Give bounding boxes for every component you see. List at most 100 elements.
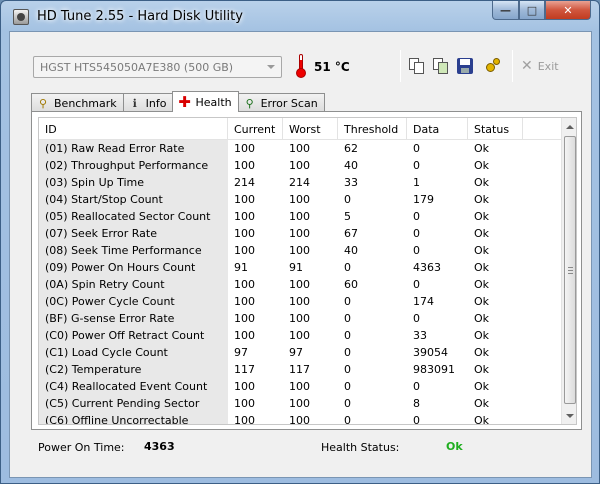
- table-row[interactable]: (09) Power On Hours Count 91 91 0 4363 Ok: [39, 259, 561, 276]
- cell-id: (08) Seek Time Performance: [39, 242, 228, 259]
- table-row[interactable]: (C4) Reallocated Event Count 100 100 0 0 Ok: [39, 378, 561, 395]
- cell-status: Ok: [474, 142, 490, 155]
- cell-threshold: 0: [344, 193, 351, 206]
- close-icon: ✕: [563, 3, 573, 17]
- cell-worst: 100: [289, 295, 310, 308]
- cell-current: 100: [234, 295, 255, 308]
- cell-current: 117: [234, 363, 255, 376]
- cell-threshold: 0: [344, 414, 351, 425]
- cell-threshold: 0: [344, 295, 351, 308]
- table-row[interactable]: (0C) Power Cycle Count 100 100 0 174 Ok: [39, 293, 561, 310]
- cell-worst: 100: [289, 142, 310, 155]
- tab-health[interactable]: ✚ Health: [172, 91, 239, 112]
- cell-worst: 100: [289, 244, 310, 257]
- cell-data: 174: [413, 295, 434, 308]
- cell-id: (BF) G-sense Error Rate: [39, 310, 228, 327]
- tab-info[interactable]: ℹ Info: [122, 93, 174, 112]
- chevron-down-icon: [267, 65, 275, 69]
- cell-threshold: 0: [344, 261, 351, 274]
- cell-data: 0: [413, 278, 420, 291]
- scroll-down-button[interactable]: [562, 407, 576, 424]
- toolbar-separator: [512, 50, 513, 82]
- maximize-button[interactable]: □: [519, 1, 545, 20]
- options-button[interactable]: [484, 57, 502, 75]
- cell-threshold: 5: [344, 210, 351, 223]
- cell-status: Ok: [474, 176, 490, 189]
- cell-data: 33: [413, 329, 427, 342]
- table-row[interactable]: (C6) Offline Uncorrectable 100 100 0 0 Ok: [39, 412, 561, 425]
- cell-data: 179: [413, 193, 434, 206]
- cell-threshold: 0: [344, 397, 351, 410]
- table-row[interactable]: (C1) Load Cycle Count 97 97 0 39054 Ok: [39, 344, 561, 361]
- table-row[interactable]: (03) Spin Up Time 214 214 33 1 Ok: [39, 174, 561, 191]
- exit-label: Exit: [537, 59, 559, 73]
- table-row[interactable]: (01) Raw Read Error Rate 100 100 62 0 Ok: [39, 140, 561, 157]
- scrollbar-thumb[interactable]: [564, 136, 576, 404]
- table-row[interactable]: (C2) Temperature 117 117 0 983091 Ok: [39, 361, 561, 378]
- maximize-icon: □: [526, 3, 538, 17]
- table-row[interactable]: (07) Seek Error Rate 100 100 67 0 Ok: [39, 225, 561, 242]
- column-header-status[interactable]: Status: [468, 118, 523, 140]
- magnifier-icon: ⚲: [245, 96, 254, 110]
- copy-screenshot-button[interactable]: [432, 57, 450, 75]
- scroll-up-button[interactable]: [562, 118, 576, 135]
- cell-threshold: 0: [344, 312, 351, 325]
- cell-data: 0: [413, 312, 420, 325]
- cell-threshold: 62: [344, 142, 358, 155]
- copy-text-button[interactable]: [408, 57, 426, 75]
- cell-worst: 100: [289, 159, 310, 172]
- cell-status: Ok: [474, 329, 490, 342]
- cell-data: 983091: [413, 363, 455, 376]
- copy-image-icon: [432, 57, 450, 75]
- cell-threshold: 40: [344, 159, 358, 172]
- table-row[interactable]: (C5) Current Pending Sector 100 100 0 8 Ok: [39, 395, 561, 412]
- cell-threshold: 0: [344, 363, 351, 376]
- hd-tune-app-icon[interactable]: [13, 9, 29, 25]
- exit-button[interactable]: ✕ Exit: [521, 57, 559, 75]
- table-row[interactable]: (08) Seek Time Performance 100 100 40 0 Ok: [39, 242, 561, 259]
- cell-status: Ok: [474, 159, 490, 172]
- health-cross-icon: ✚: [178, 93, 191, 111]
- cell-status: Ok: [474, 261, 490, 274]
- tab-benchmark[interactable]: ⚲ Benchmark: [31, 93, 124, 112]
- column-header-filler: [523, 118, 561, 140]
- title-bar[interactable]: HD Tune 2.55 - Hard Disk Utility — □ ✕: [1, 1, 599, 31]
- table-row[interactable]: (04) Start/Stop Count 100 100 0 179 Ok: [39, 191, 561, 208]
- close-button[interactable]: ✕: [545, 1, 591, 20]
- save-button[interactable]: [457, 57, 475, 75]
- tab-error-scan[interactable]: ⚲ Error Scan: [237, 93, 325, 112]
- column-header-data[interactable]: Data: [407, 118, 468, 140]
- table-row[interactable]: (BF) G-sense Error Rate 100 100 0 0 Ok: [39, 310, 561, 327]
- table-row[interactable]: (0A) Spin Retry Count 100 100 60 0 Ok: [39, 276, 561, 293]
- cell-status: Ok: [474, 244, 490, 257]
- cell-status: Ok: [474, 414, 490, 425]
- cell-worst: 100: [289, 210, 310, 223]
- cell-threshold: 0: [344, 380, 351, 393]
- vertical-scrollbar[interactable]: [561, 118, 576, 424]
- cell-current: 100: [234, 142, 255, 155]
- table-row[interactable]: (02) Throughput Performance 100 100 40 0 Ok: [39, 157, 561, 174]
- cell-current: 100: [234, 227, 255, 240]
- column-header-current[interactable]: Current: [228, 118, 283, 140]
- column-header-threshold[interactable]: Threshold: [338, 118, 407, 140]
- cell-status: Ok: [474, 312, 490, 325]
- cell-status: Ok: [474, 227, 490, 240]
- drive-dropdown[interactable]: HGST HTS545050A7E380 (500 GB): [33, 56, 282, 78]
- cell-id: (02) Throughput Performance: [39, 157, 228, 174]
- column-header-id[interactable]: ID: [39, 118, 228, 140]
- tab-label: Error Scan: [260, 96, 318, 110]
- cell-data: 0: [413, 227, 420, 240]
- column-header-worst[interactable]: Worst: [283, 118, 338, 140]
- table-body: (01) Raw Read Error Rate 100 100 62 0 Ok (02) …: [39, 140, 561, 425]
- cell-id: (0A) Spin Retry Count: [39, 276, 228, 293]
- cell-current: 100: [234, 414, 255, 425]
- table-row[interactable]: (05) Reallocated Sector Count 100 100 5 0 Ok: [39, 208, 561, 225]
- cell-threshold: 0: [344, 329, 351, 342]
- table-header: ID Current Worst Threshold Data Status: [39, 118, 561, 140]
- minimize-button[interactable]: —: [492, 1, 519, 20]
- cell-status: Ok: [474, 295, 490, 308]
- cell-id: (C1) Load Cycle Count: [39, 344, 228, 361]
- power-on-time-label: Power On Time:: [38, 441, 125, 454]
- table-row[interactable]: (C0) Power Off Retract Count 100 100 0 33 Ok: [39, 327, 561, 344]
- window-controls: — □ ✕: [492, 1, 591, 20]
